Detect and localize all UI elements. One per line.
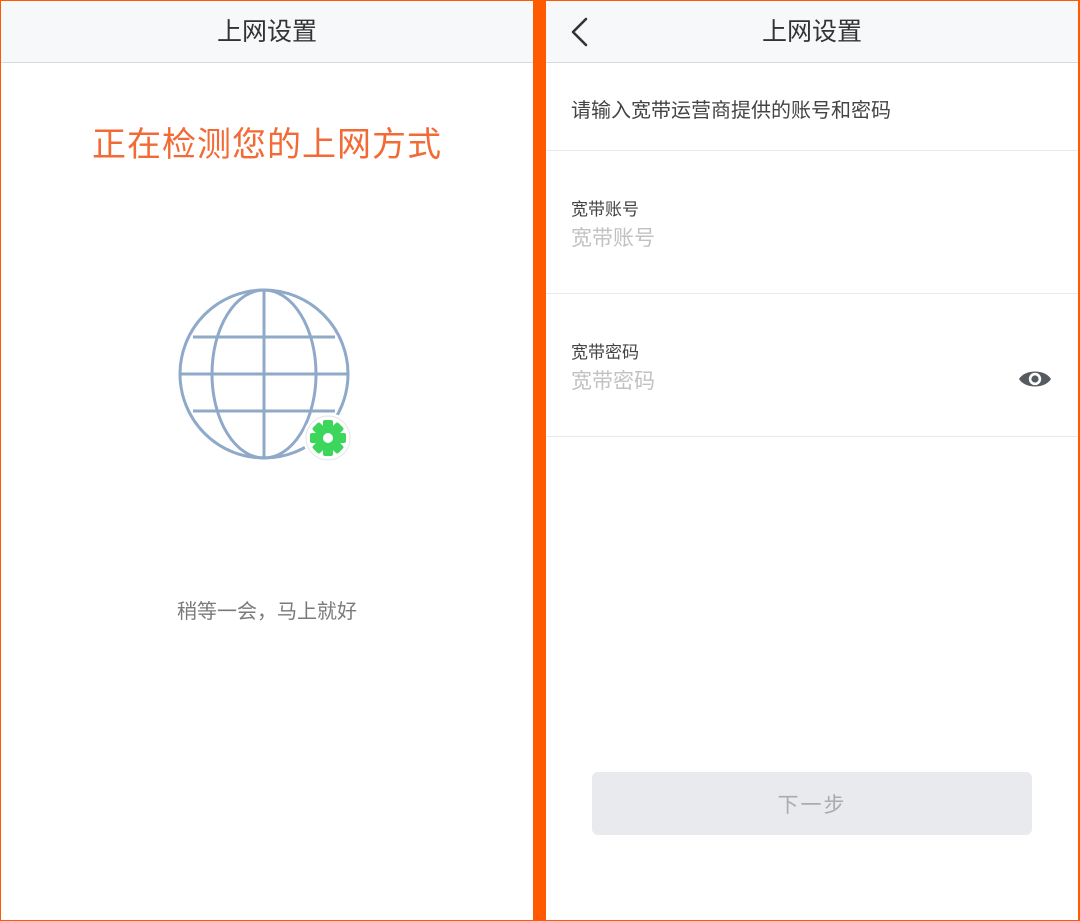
instruction-row: 请输入宽带运营商提供的账号和密码	[546, 63, 1078, 151]
wait-message: 稍等一会，马上就好	[177, 599, 357, 623]
gear-icon	[303, 413, 353, 463]
account-screen: 上网设置 请输入宽带运营商提供的账号和密码 宽带账号 宽带密码 下一步	[546, 1, 1078, 920]
globe-illustration	[175, 285, 357, 467]
account-field: 宽带账号	[546, 151, 1078, 294]
next-step-button[interactable]: 下一步	[592, 772, 1032, 835]
detect-screen: 上网设置 正在检测您的上网方式 稍等一会，马上就好	[1, 1, 533, 920]
password-label: 宽带密码	[571, 343, 639, 363]
nav-bar: 上网设置	[546, 1, 1078, 63]
show-password-toggle[interactable]	[1018, 367, 1052, 391]
page-title: 上网设置	[216, 17, 317, 46]
eye-icon	[1019, 371, 1051, 387]
account-input[interactable]	[571, 223, 991, 253]
page-title: 上网设置	[761, 17, 862, 46]
nav-bar: 上网设置	[1, 1, 533, 63]
detecting-title: 正在检测您的上网方式	[92, 125, 442, 165]
password-input[interactable]	[571, 366, 991, 396]
globe-icon	[178, 288, 353, 463]
instruction-text: 请输入宽带运营商提供的账号和密码	[571, 98, 891, 122]
account-label: 宽带账号	[571, 200, 639, 220]
password-field: 宽带密码	[546, 294, 1078, 437]
